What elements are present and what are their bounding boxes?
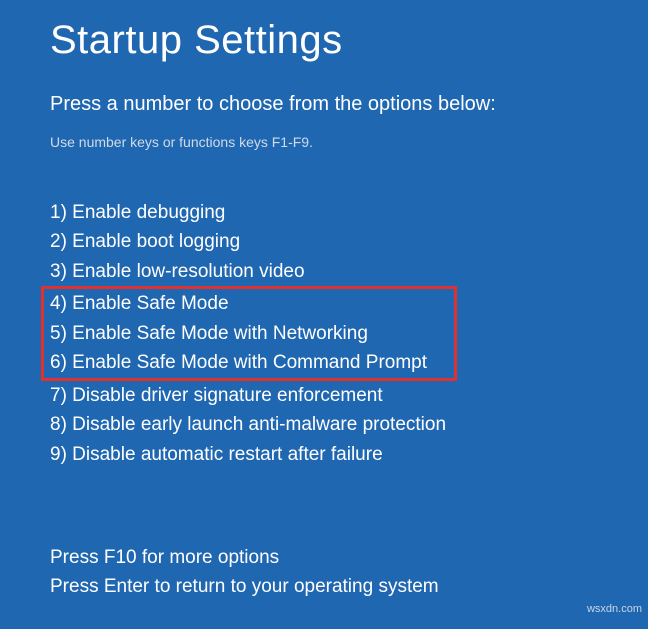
option-enable-boot-logging[interactable]: 2) Enable boot logging — [50, 227, 598, 256]
footer-f10-text: Press F10 for more options — [50, 544, 439, 573]
page-title: Startup Settings — [50, 18, 598, 63]
options-list: 1) Enable debugging 2) Enable boot loggi… — [50, 198, 598, 469]
option-disable-driver-signature[interactable]: 7) Disable driver signature enforcement — [50, 381, 598, 410]
option-enable-safe-mode-networking[interactable]: 5) Enable Safe Mode with Networking — [50, 319, 448, 348]
option-enable-safe-mode-command-prompt[interactable]: 6) Enable Safe Mode with Command Prompt — [50, 348, 448, 377]
footer-instructions: Press F10 for more options Press Enter t… — [50, 544, 439, 601]
option-disable-automatic-restart[interactable]: 9) Disable automatic restart after failu… — [50, 440, 598, 469]
hint-text: Use number keys or functions keys F1-F9. — [50, 134, 598, 150]
option-enable-safe-mode[interactable]: 4) Enable Safe Mode — [50, 289, 448, 318]
footer-enter-text: Press Enter to return to your operating … — [50, 573, 439, 602]
instruction-text: Press a number to choose from the option… — [50, 93, 598, 116]
option-disable-anti-malware[interactable]: 8) Disable early launch anti-malware pro… — [50, 410, 598, 439]
option-enable-debugging[interactable]: 1) Enable debugging — [50, 198, 598, 227]
highlight-box: 4) Enable Safe Mode 5) Enable Safe Mode … — [41, 286, 457, 380]
watermark-text: wsxdn.com — [587, 603, 642, 615]
option-enable-low-resolution-video[interactable]: 3) Enable low-resolution video — [50, 257, 598, 286]
